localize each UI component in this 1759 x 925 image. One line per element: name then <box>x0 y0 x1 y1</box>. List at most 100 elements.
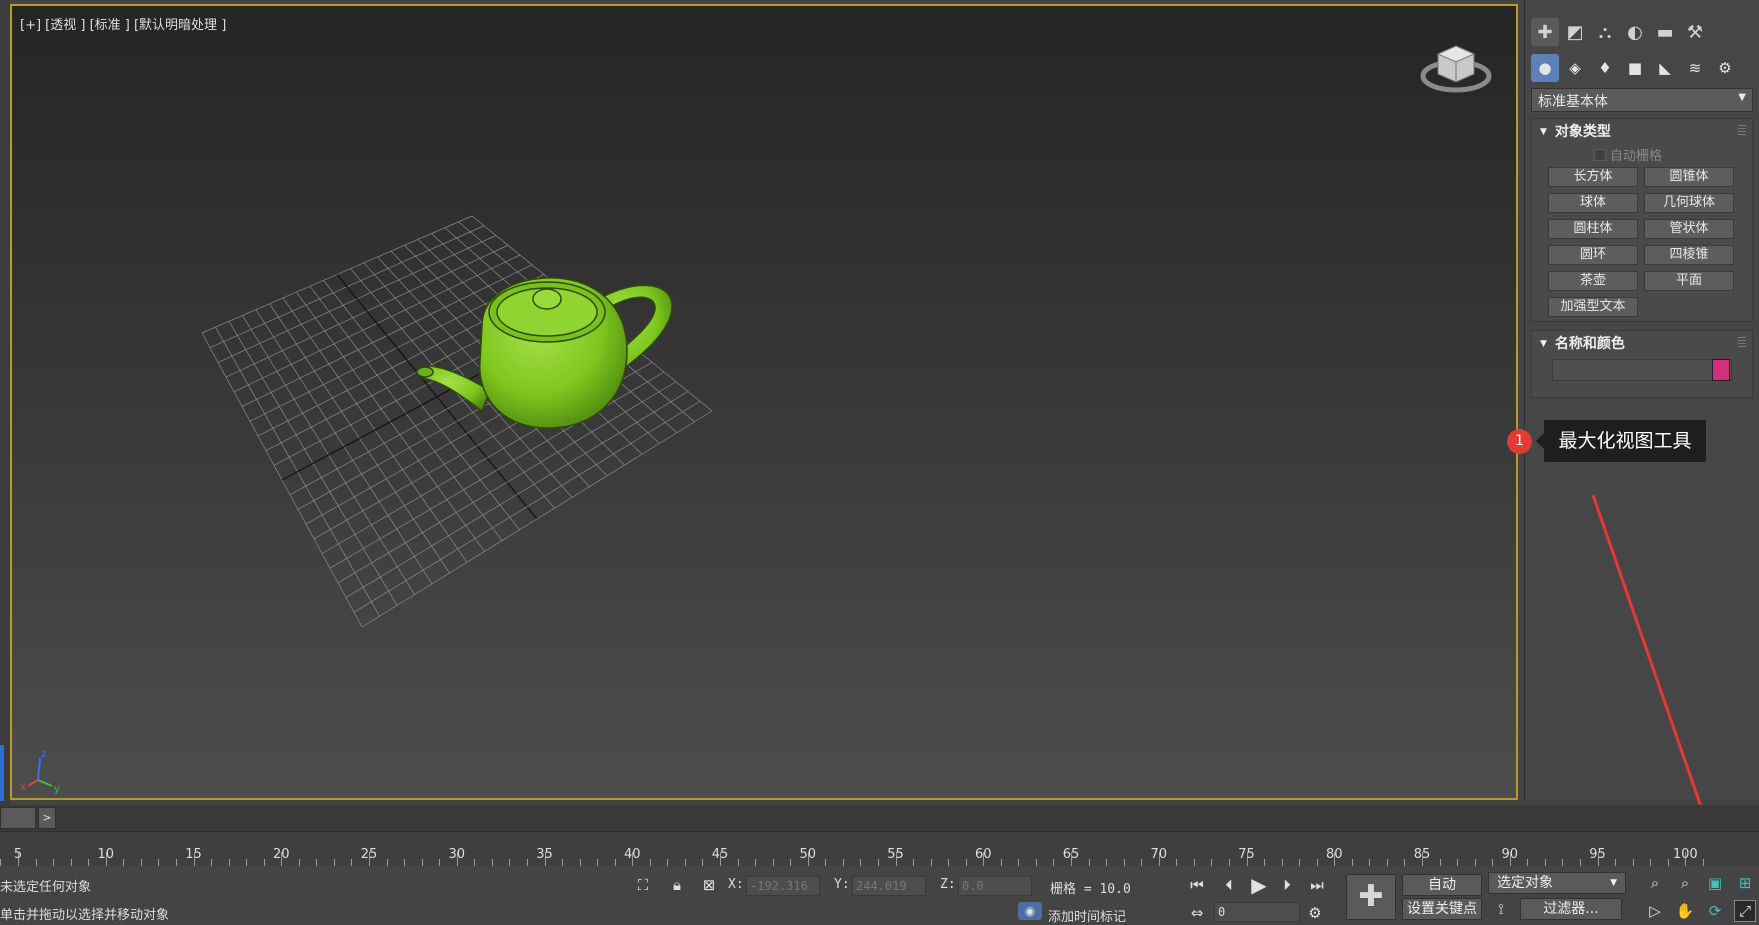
pan-view-icon[interactable]: ✋ <box>1674 900 1696 922</box>
viewcube-icon[interactable] <box>1416 34 1496 104</box>
ruler-tick <box>474 859 476 866</box>
ruler-tick <box>298 859 300 866</box>
zoom-icon[interactable]: ⌕ <box>1644 872 1666 894</box>
key-filters-button[interactable]: 过滤器... <box>1520 898 1622 920</box>
geometry-icon[interactable]: ● <box>1531 54 1559 82</box>
object-type-button[interactable]: 管状体 <box>1644 219 1734 239</box>
object-color-swatch[interactable] <box>1712 359 1730 381</box>
key-mode-icon[interactable]: ⇔ <box>1186 902 1208 924</box>
perspective-viewport[interactable]: [+] [透视 ] [标准 ] [默认明暗处理 ] z x y <box>10 4 1518 800</box>
maximize-viewport-icon[interactable]: ⤢ <box>1734 900 1756 922</box>
ruler-tick <box>877 859 879 866</box>
home-grid <box>201 215 713 628</box>
cameras-icon[interactable]: ■ <box>1621 54 1649 82</box>
key-filters-icon[interactable]: ⟟ <box>1490 898 1512 920</box>
object-type-button[interactable]: 长方体 <box>1548 167 1638 187</box>
object-type-button[interactable]: 几何球体 <box>1644 193 1734 213</box>
ruler-tick <box>386 859 388 866</box>
rollout-grip-icon[interactable] <box>1738 125 1746 135</box>
ruler-tick <box>649 859 651 866</box>
ruler-tick <box>351 859 353 866</box>
hierarchy-tab-icon[interactable]: ⛬ <box>1591 18 1619 46</box>
ruler-tick <box>175 859 177 866</box>
modify-tab-icon[interactable]: ◩ <box>1561 18 1589 46</box>
add-time-tag-link[interactable]: 添加时间标记 <box>1048 906 1126 925</box>
motion-tab-icon[interactable]: ◐ <box>1621 18 1649 46</box>
ruler-tick <box>70 859 72 866</box>
display-tab-icon[interactable]: ▬ <box>1651 18 1679 46</box>
lights-icon[interactable]: ♦ <box>1591 54 1619 82</box>
object-type-button[interactable]: 圆环 <box>1548 245 1638 265</box>
ruler-tick <box>53 859 55 866</box>
zoom-all-icon[interactable]: ⌕ <box>1674 872 1696 894</box>
ruler-label: 55 <box>887 847 904 862</box>
ruler-tick <box>842 859 844 866</box>
ruler-tick <box>1123 859 1125 866</box>
ruler-tick <box>1369 859 1371 866</box>
space-warps-icon[interactable]: ≋ <box>1681 54 1709 82</box>
ruler-tick <box>1193 859 1195 866</box>
systems-icon[interactable]: ⚙ <box>1711 54 1739 82</box>
ruler-label: 5 <box>13 847 23 862</box>
ruler-tick <box>1439 859 1441 866</box>
slider-next-icon[interactable]: > <box>38 807 56 829</box>
selection-lock-icon[interactable]: 🔒︎ <box>666 874 688 896</box>
object-type-button[interactable]: 球体 <box>1548 193 1638 213</box>
name-color-title[interactable]: ▼ 名称和颜色 <box>1540 333 1625 353</box>
field-of-view-icon[interactable]: ▷ <box>1644 900 1666 922</box>
rollout-grip-icon[interactable] <box>1738 337 1746 347</box>
ruler-tick <box>1264 859 1266 866</box>
absolute-mode-icon[interactable]: ⊠ <box>698 874 720 896</box>
time-slider-track[interactable] <box>0 805 1759 831</box>
zoom-extents-icon[interactable]: ▣ <box>1704 872 1726 894</box>
ruler-tick <box>1650 859 1652 866</box>
object-type-button[interactable]: 平面 <box>1644 271 1734 291</box>
time-tag-icon[interactable]: ◉ <box>1018 902 1042 920</box>
ruler-tick <box>333 859 335 866</box>
ruler-label: 75 <box>1238 847 1255 862</box>
object-type-title[interactable]: ▼ 对象类型 <box>1540 121 1611 141</box>
ruler-label: 10 <box>97 847 115 862</box>
z-coord-field[interactable]: 0.0 <box>958 876 1032 896</box>
chevron-down-icon: ▼ <box>1610 878 1617 888</box>
ruler-tick <box>1492 859 1494 866</box>
create-category-row: ● ◈ ♦ ■ ◣ ≋ ⚙ <box>1531 54 1739 82</box>
object-category-dropdown[interactable]: 标准基本体 ▼ <box>1531 88 1753 112</box>
isolate-selection-icon[interactable]: ⛶ <box>632 874 654 896</box>
orbit-icon[interactable]: ⟳ <box>1704 900 1726 922</box>
object-type-button[interactable]: 加强型文本 <box>1548 297 1638 317</box>
ruler-label: 70 <box>1150 847 1168 862</box>
next-frame-icon[interactable]: ⏵ <box>1276 874 1298 896</box>
x-coord-label: X: <box>728 877 744 892</box>
track-bar-ruler[interactable]: 5 10 15 20 25 30 35 40 45 50 55 60 65 70 75 80 85 90 95 100 <box>0 831 1759 866</box>
auto-key-button[interactable]: 自动 <box>1402 874 1482 896</box>
x-coord-field[interactable]: -192.316 <box>746 876 820 896</box>
zoom-extents-all-icon[interactable]: ⊞ <box>1734 872 1756 894</box>
time-config-icon[interactable]: ⚙ <box>1304 902 1326 924</box>
goto-start-icon[interactable]: ⏮ <box>1186 874 1208 896</box>
utilities-tab-icon[interactable]: ⚒ <box>1681 18 1709 46</box>
autogrid-checkbox[interactable]: 自动栅格 <box>1594 145 1662 164</box>
y-coord-field[interactable]: 244.019 <box>852 876 926 896</box>
shapes-icon[interactable]: ◈ <box>1561 54 1589 82</box>
ruler-tick <box>948 859 950 866</box>
play-icon[interactable]: ▶ <box>1248 873 1270 897</box>
previous-frame-icon[interactable]: ⏴ <box>1218 874 1240 896</box>
set-key-button[interactable]: 设置关键点 <box>1402 898 1482 920</box>
ruler-tick <box>439 859 441 866</box>
object-type-button[interactable]: 圆锥体 <box>1644 167 1734 187</box>
set-key-big-icon[interactable]: ✚ <box>1346 874 1396 920</box>
helpers-icon[interactable]: ◣ <box>1651 54 1679 82</box>
current-frame-field[interactable]: 0 <box>1214 902 1300 922</box>
ruler-tick <box>140 859 142 866</box>
object-type-button[interactable]: 四棱锥 <box>1644 245 1734 265</box>
selected-object-dropdown[interactable]: 选定对象 ▼ <box>1488 872 1626 894</box>
ruler-tick <box>1632 859 1634 866</box>
object-type-button[interactable]: 圆柱体 <box>1548 219 1638 239</box>
create-tab-icon[interactable]: ✚ <box>1531 18 1559 46</box>
goto-end-icon[interactable]: ⏭ <box>1306 874 1328 896</box>
object-type-button[interactable]: 茶壶 <box>1548 271 1638 291</box>
viewport-scene <box>201 215 713 628</box>
time-slider-thumb[interactable] <box>0 807 36 829</box>
object-name-field[interactable] <box>1552 359 1732 381</box>
